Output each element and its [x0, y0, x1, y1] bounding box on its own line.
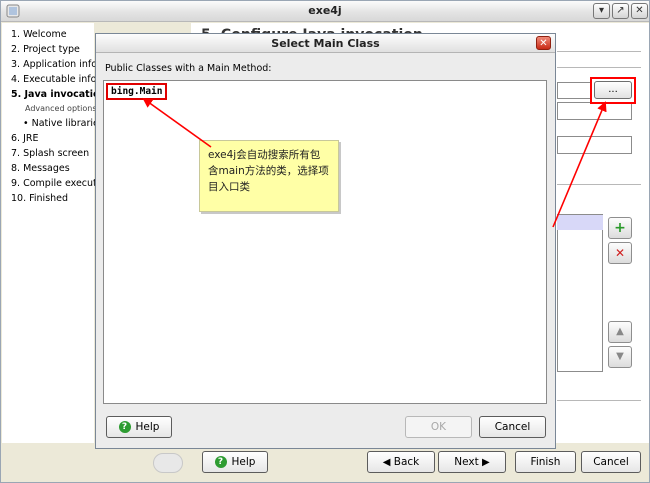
maximize-button[interactable]: ↗ — [612, 3, 629, 19]
main-classes-list-label: Public Classes with a Main Method: — [105, 63, 272, 74]
step-java-invocation[interactable]: 5. Java invocation — [11, 89, 106, 100]
dialog-ok-button[interactable]: OK — [405, 416, 472, 438]
help-button-label: Help — [231, 456, 256, 468]
group-divider — [557, 51, 641, 52]
back-arrow-icon: ◀ — [382, 457, 391, 468]
main-classes-list[interactable] — [103, 80, 547, 404]
group-divider — [557, 400, 641, 401]
wizard-steps-sidebar — [2, 23, 94, 443]
help-icon: ? — [118, 421, 131, 433]
arguments-field[interactable] — [557, 102, 632, 120]
arrow-down-icon: ▼ — [616, 351, 624, 362]
arrow-up-icon: ▲ — [616, 326, 624, 337]
dialog-title: Select Main Class — [96, 34, 555, 53]
dialog-help-button-label: Help — [135, 421, 160, 433]
step-splash-screen[interactable]: 7. Splash screen — [11, 148, 89, 159]
cancel-button[interactable]: Cancel — [581, 451, 641, 473]
move-up-button[interactable]: ▲ — [608, 321, 632, 343]
dialog-close-icon[interactable]: ✕ — [536, 36, 551, 50]
dialog-cancel-button[interactable]: Cancel — [479, 416, 546, 438]
add-classpath-button[interactable]: + — [608, 217, 632, 239]
move-down-button[interactable]: ▼ — [608, 346, 632, 368]
group-divider — [557, 184, 641, 185]
step-application-info[interactable]: 3. Application info — [11, 59, 97, 70]
main-class-list-item[interactable]: bing.Main — [106, 83, 168, 100]
annotation-callout: exe4j会自动搜索所有包含main方法的类，选择项目入口类 — [199, 140, 339, 212]
group-divider — [557, 67, 641, 68]
next-button[interactable]: Next ▶ — [438, 451, 506, 473]
step-jre[interactable]: 6. JRE — [11, 133, 39, 144]
main-class-field[interactable] — [557, 82, 591, 99]
next-arrow-icon: ▶ — [482, 457, 490, 468]
next-button-label: Next — [454, 456, 479, 468]
finish-button[interactable]: Finish — [515, 451, 576, 473]
remove-icon: ✕ — [614, 246, 626, 260]
step-messages[interactable]: 8. Messages — [11, 163, 70, 174]
step-welcome[interactable]: 1. Welcome — [11, 29, 67, 40]
exe4j-window: exe4j ▾ ↗ ✕ 1. Welcome 2. Project type 3… — [0, 0, 650, 483]
remove-classpath-button[interactable]: ✕ — [608, 242, 632, 264]
help-button[interactable]: ? Help — [202, 451, 268, 473]
step-finished[interactable]: 10. Finished — [11, 193, 68, 204]
back-button-label: Back — [393, 456, 420, 468]
step-project-type[interactable]: 2. Project type — [11, 44, 80, 55]
browse-button-highlight — [590, 77, 636, 104]
wizard-logo-icon — [153, 453, 183, 473]
help-icon: ? — [214, 456, 227, 468]
step-executable-info[interactable]: 4. Executable info — [11, 74, 96, 85]
step-native-libraries[interactable]: • Native libraries — [23, 118, 104, 129]
dialog-help-button[interactable]: ? Help — [106, 416, 172, 438]
classpath-list[interactable] — [557, 214, 603, 372]
minimize-button[interactable]: ▾ — [593, 3, 610, 19]
add-icon: + — [614, 220, 626, 236]
classpath-list-selected-row[interactable] — [557, 215, 603, 230]
vm-parameters-field[interactable] — [557, 136, 632, 154]
step-advanced-options[interactable]: Advanced options — [25, 104, 97, 113]
select-main-class-dialog: Select Main Class ✕ Public Classes with … — [95, 33, 556, 449]
window-title: exe4j — [308, 4, 342, 17]
back-button[interactable]: ◀ Back — [367, 451, 435, 473]
close-window-button[interactable]: ✕ — [631, 3, 648, 19]
window-titlebar: exe4j ▾ ↗ ✕ — [1, 1, 649, 22]
